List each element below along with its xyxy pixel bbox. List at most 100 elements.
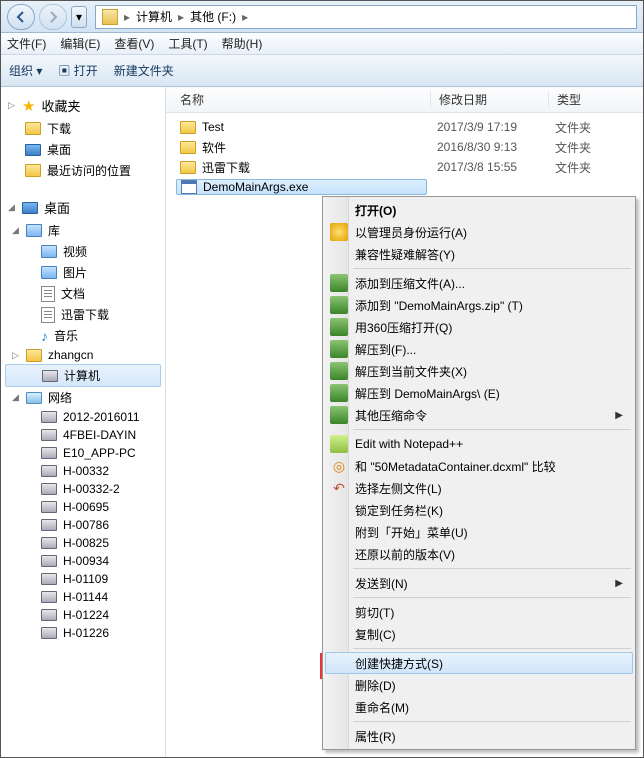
sidebar-desktop-group[interactable]: ◢桌面 — [1, 195, 165, 220]
user-icon — [26, 349, 42, 362]
ctx-copy[interactable]: 复制(C) — [325, 623, 633, 645]
address-bar[interactable]: ▸ 计算机 ▸ 其他 (F:) ▸ — [95, 5, 637, 29]
menu-tools[interactable]: 工具(T) — [168, 35, 207, 52]
archive-icon — [330, 274, 348, 292]
sidebar-item-network[interactable]: ◢网络 — [1, 387, 165, 408]
sidebar-item-xunlei[interactable]: 迅雷下载 — [1, 304, 165, 325]
document-icon — [41, 307, 55, 323]
sidebar-network-pc[interactable]: 2012-2016011 — [1, 408, 165, 426]
ctx-separator — [353, 721, 631, 722]
computer-icon — [41, 447, 57, 459]
sidebar-network-pc[interactable]: H-00332 — [1, 462, 165, 480]
sidebar-network-pc[interactable]: H-01226 — [1, 624, 165, 642]
ctx-unzip-here[interactable]: 解压到当前文件夹(X) — [325, 360, 633, 382]
sidebar-libraries[interactable]: ◢库 — [1, 220, 165, 241]
ctx-unzip[interactable]: 解压到(F)... — [325, 338, 633, 360]
sidebar-item-desktop[interactable]: 桌面 — [1, 139, 165, 160]
sidebar-item-user[interactable]: ▷zhangcn — [1, 346, 165, 364]
exe-icon — [181, 180, 197, 194]
shield-icon — [330, 223, 348, 241]
sidebar-network-pc[interactable]: H-01109 — [1, 570, 165, 588]
ctx-send-to[interactable]: 发送到(N)▶ — [325, 572, 633, 594]
sidebar-favorites[interactable]: ▷★收藏夹 — [1, 93, 165, 118]
breadcrumb-separator-icon: ▸ — [124, 10, 130, 24]
ctx-compare[interactable]: ◎和 "50MetadataContainer.dcxml" 比较 — [325, 455, 633, 477]
sidebar-network-pc[interactable]: H-01224 — [1, 606, 165, 624]
ctx-pin-start[interactable]: 附到「开始」菜单(U) — [325, 521, 633, 543]
archive-icon — [330, 384, 348, 402]
column-name[interactable]: 名称 — [176, 91, 431, 108]
sidebar-network-pc[interactable]: E10_APP-PC — [1, 444, 165, 462]
drive-icon — [102, 9, 118, 25]
ctx-create-shortcut[interactable]: 创建快捷方式(S) — [325, 652, 633, 674]
nav-back-button[interactable] — [7, 4, 35, 30]
ctx-zip-add[interactable]: 添加到压缩文件(A)... — [325, 272, 633, 294]
ctx-zip-360[interactable]: 用360压缩打开(Q) — [325, 316, 633, 338]
computer-icon — [41, 483, 57, 495]
menu-help[interactable]: 帮助(H) — [222, 35, 263, 52]
sidebar-item-recent[interactable]: 最近访问的位置 — [1, 160, 165, 181]
file-row[interactable]: Test 2017/3/9 17:19 文件夹 — [166, 117, 643, 137]
sidebar-item-documents[interactable]: 文档 — [1, 283, 165, 304]
ctx-rename[interactable]: 重命名(M) — [325, 696, 633, 718]
computer-icon — [41, 429, 57, 441]
toolbar: 组织 ▾ ▣ 打开 新建文件夹 — [1, 55, 643, 87]
ctx-delete[interactable]: 删除(D) — [325, 674, 633, 696]
sidebar-network-pc[interactable]: 4FBEI-DAYIN — [1, 426, 165, 444]
file-row-selected[interactable]: DemoMainArgs.exe — [166, 177, 643, 197]
music-icon: ♪ — [41, 328, 48, 344]
archive-icon — [330, 318, 348, 336]
sidebar-item-computer[interactable]: 计算机 — [5, 364, 161, 387]
computer-icon — [42, 370, 58, 382]
column-date[interactable]: 修改日期 — [431, 91, 549, 108]
desktop-icon — [22, 202, 38, 214]
sidebar-item-music[interactable]: ♪音乐 — [1, 325, 165, 346]
sidebar-item-pictures[interactable]: 图片 — [1, 262, 165, 283]
breadcrumb-drive[interactable]: 其他 (F:) — [190, 8, 236, 25]
column-type[interactable]: 类型 — [549, 91, 643, 108]
ctx-separator — [353, 268, 631, 269]
sidebar-item-videos[interactable]: 视频 — [1, 241, 165, 262]
ctx-compat[interactable]: 兼容性疑难解答(Y) — [325, 243, 633, 265]
computer-icon — [41, 555, 57, 567]
ctx-open[interactable]: 打开(O) — [325, 199, 633, 221]
menu-edit[interactable]: 编辑(E) — [60, 35, 100, 52]
ctx-restore-prev[interactable]: 还原以前的版本(V) — [325, 543, 633, 565]
sidebar-network-pc[interactable]: H-00825 — [1, 534, 165, 552]
ctx-zip-to[interactable]: 添加到 "DemoMainArgs.zip" (T) — [325, 294, 633, 316]
navigation-pane: ▷★收藏夹 下载 桌面 最近访问的位置 ◢桌面 ◢库 视频 图片 文档 迅雷下载… — [1, 87, 166, 757]
breadcrumb-root[interactable]: 计算机 — [136, 8, 172, 25]
computer-icon — [41, 609, 57, 621]
toolbar-organize[interactable]: 组织 ▾ — [9, 62, 42, 79]
folder-icon — [180, 141, 196, 154]
ctx-unzip-to[interactable]: 解压到 DemoMainArgs\ (E) — [325, 382, 633, 404]
menu-file[interactable]: 文件(F) — [7, 35, 46, 52]
sidebar-network-pc[interactable]: H-00786 — [1, 516, 165, 534]
sidebar-network-pc[interactable]: H-00934 — [1, 552, 165, 570]
ctx-run-as-admin[interactable]: 以管理员身份运行(A) — [325, 221, 633, 243]
computer-icon — [41, 627, 57, 639]
ctx-select-left[interactable]: ↶选择左侧文件(L) — [325, 477, 633, 499]
sidebar-network-pc[interactable]: H-00695 — [1, 498, 165, 516]
ctx-cut[interactable]: 剪切(T) — [325, 601, 633, 623]
nav-history-dropdown[interactable]: ▾ — [71, 6, 87, 28]
computer-icon — [41, 465, 57, 477]
ctx-separator — [353, 568, 631, 569]
file-row[interactable]: 软件 2016/8/30 9:13 文件夹 — [166, 137, 643, 157]
ctx-properties[interactable]: 属性(R) — [325, 725, 633, 747]
nav-forward-button[interactable] — [39, 4, 67, 30]
sidebar-item-downloads[interactable]: 下载 — [1, 118, 165, 139]
ctx-zip-other[interactable]: 其他压缩命令▶ — [325, 404, 633, 426]
folder-icon — [180, 161, 196, 174]
breadcrumb-separator-icon: ▸ — [242, 10, 248, 24]
toolbar-new-folder[interactable]: 新建文件夹 — [114, 62, 174, 79]
file-row[interactable]: 迅雷下载 2017/3/8 15:55 文件夹 — [166, 157, 643, 177]
toolbar-open[interactable]: ▣ 打开 — [58, 62, 97, 79]
ctx-separator — [353, 597, 631, 598]
sidebar-network-pc[interactable]: H-01144 — [1, 588, 165, 606]
ctx-notepad[interactable]: Edit with Notepad++ — [325, 433, 633, 455]
picture-icon — [41, 266, 57, 279]
ctx-pin-taskbar[interactable]: 锁定到任务栏(K) — [325, 499, 633, 521]
sidebar-network-pc[interactable]: H-00332-2 — [1, 480, 165, 498]
menu-view[interactable]: 查看(V) — [114, 35, 154, 52]
